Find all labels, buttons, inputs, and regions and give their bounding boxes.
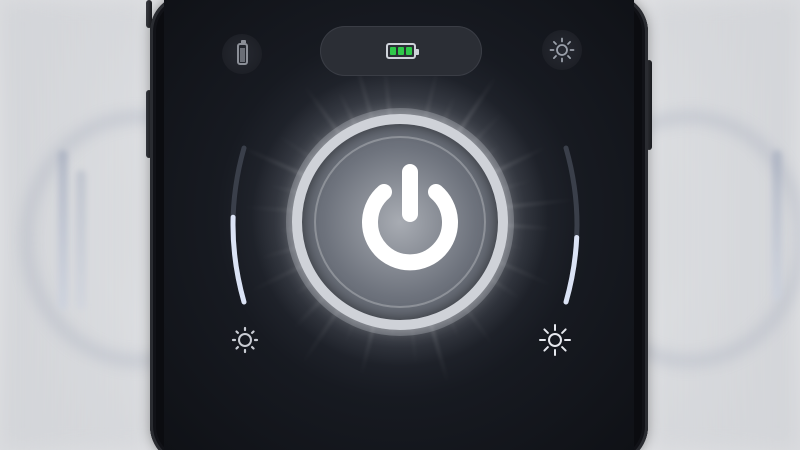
battery-cell [398, 47, 404, 55]
sun-high-icon [539, 324, 571, 356]
background-bar [76, 170, 86, 310]
brightness-high-button[interactable] [533, 318, 577, 362]
power-icon [362, 164, 458, 271]
brightness-low-button[interactable] [223, 318, 267, 362]
background-bar [772, 150, 782, 300]
battery-status-button[interactable] [222, 34, 262, 74]
battery-indicator [320, 26, 482, 76]
battery-full-icon [386, 43, 419, 59]
power-button[interactable] [292, 114, 508, 330]
flashlight-screen [164, 0, 634, 450]
brightness-slider-left[interactable] [216, 140, 256, 310]
brightness-button[interactable] [542, 30, 582, 70]
brightness-slider-right[interactable] [554, 140, 594, 310]
sun-icon [549, 37, 575, 63]
battery-icon [236, 40, 248, 65]
battery-cell [406, 47, 412, 55]
sun-low-icon [231, 326, 259, 354]
background-stage [0, 0, 800, 450]
battery-cell [390, 47, 396, 55]
background-bar [58, 150, 68, 310]
